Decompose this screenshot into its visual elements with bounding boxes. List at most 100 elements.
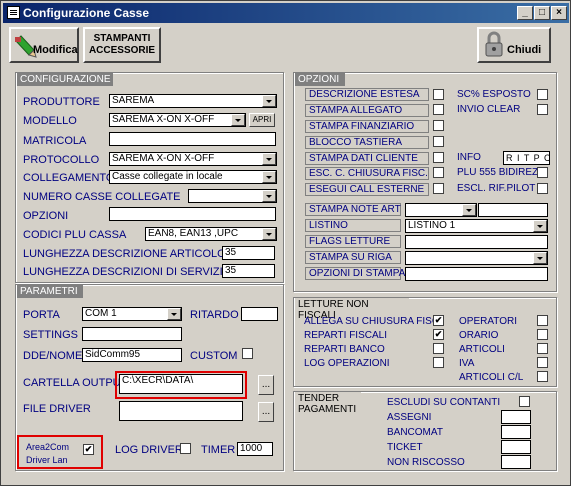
dropdown-arrow-icon[interactable] [262,228,276,240]
window-title: Configurazione Casse [23,6,150,20]
log-operazioni-checkbox[interactable] [433,357,444,368]
lung-desc-art-field[interactable]: 35 [222,246,275,260]
listino-select[interactable]: LISTINO 1 [405,219,548,233]
matricola-label: MATRICOLA [23,135,87,147]
dropdown-arrow-icon[interactable] [262,153,276,165]
produttore-select[interactable]: SAREMA [109,94,277,108]
dropdown-arrow-icon[interactable] [167,308,181,320]
configurazione-casse-window: Configurazione Casse _ □ × Modifica STAM… [0,0,571,486]
assegni-field[interactable] [501,410,531,424]
dde-nome-field[interactable]: SidComm95 [82,348,182,362]
stampa-note-art-extra-field[interactable] [478,203,548,217]
dropdown-arrow-icon[interactable] [262,95,276,107]
modifica-button[interactable]: Modifica [9,27,79,63]
stampa-su-riga-select[interactable] [405,251,548,265]
collegamento-label: COLLEGAMENTO [23,172,115,184]
allega-chiusura-label: ALLEGA SU CHIUSURA FISC [304,316,440,327]
bancomat-field[interactable] [501,425,531,439]
settings-field[interactable] [82,327,182,341]
lung-desc-art-label: LUNGHEZZA DESCRIZIONE ARTICOLO [23,248,226,260]
orario-checkbox[interactable] [537,329,548,340]
porta-label: PORTA [23,309,60,321]
allega-chiusura-checkbox[interactable] [433,315,444,326]
flags-letture-field[interactable] [405,235,548,249]
file-driver-browse-button[interactable]: ... [258,402,274,422]
log-driver-label: LOG DRIVER [115,444,183,456]
escl-rif-pilot-checkbox[interactable] [537,183,548,194]
articoli-checkbox[interactable] [537,343,548,354]
dropdown-arrow-icon[interactable] [262,190,276,202]
parametri-header: PARAMETRI [17,285,83,298]
escludi-contanti-checkbox[interactable] [519,396,530,407]
cartella-browse-button[interactable]: ... [258,375,274,395]
opzioni-di-stampa-field[interactable] [405,267,548,281]
modello-select[interactable]: SAREMA X-ON X-OFF [109,113,246,127]
esc-chiusura-fisc-label: ESC. C. CHIUSURA FISC. [305,167,429,180]
opzioni-cfg-field[interactable] [109,207,276,221]
lung-desc-serv-field[interactable]: 35 [222,264,275,278]
dropdown-arrow-icon[interactable] [533,220,547,232]
info-field[interactable]: R I T P C [503,151,550,165]
sc-esposto-label: SC% ESPOSTO [457,89,531,100]
area2com-checkbox[interactable] [83,444,94,455]
protocollo-select[interactable]: SAREMA X-ON X-OFF [109,152,277,166]
collegamento-select[interactable]: Casse collegate in locale [109,170,277,184]
apri-button[interactable]: APRI [249,113,275,127]
produttore-label: PRODUTTORE [23,96,100,108]
timer-field[interactable]: 1000 [237,442,273,456]
sc-esposto-checkbox[interactable] [537,89,548,100]
driver-lan-label: Driver Lan [26,455,68,465]
numero-casse-select[interactable] [188,189,277,203]
plu-555-checkbox[interactable] [537,167,548,178]
stampanti-accessorie-button[interactable]: STAMPANTI ACCESSORIE [83,27,161,63]
log-operazioni-label: LOG OPERAZIONI [304,358,390,369]
dropdown-arrow-icon[interactable] [533,252,547,264]
stampa-note-art-select[interactable] [405,203,477,217]
assegni-label: ASSEGNI [387,412,432,423]
configurazione-header: CONFIGURAZIONE [17,73,113,86]
plu-555-label: PLU 555 BIDIREZ. [457,167,541,178]
matricola-field[interactable] [109,132,276,146]
articoli-cl-checkbox[interactable] [537,371,548,382]
dropdown-arrow-icon[interactable] [462,204,476,216]
stampa-allegato-checkbox[interactable] [433,104,444,115]
operatori-checkbox[interactable] [537,315,548,326]
reparti-fiscali-checkbox[interactable] [433,329,444,340]
modello-label: MODELLO [23,115,77,127]
escludi-contanti-label: ESCLUDI SU CONTANTI [387,397,501,408]
dropdown-arrow-icon[interactable] [262,171,276,183]
stampa-su-riga-label: STAMPA SU RIGA [305,251,401,264]
reparti-banco-checkbox[interactable] [433,343,444,354]
tender-header-line1: TENDER [298,393,340,404]
descrizione-estesa-checkbox[interactable] [433,89,444,100]
stampa-dati-cliente-checkbox[interactable] [433,152,444,163]
cartella-output-label: CARTELLA OUTPUT [23,377,128,389]
padlock-icon [485,31,503,57]
ritardo-field[interactable] [241,307,278,321]
blocco-tastiera-checkbox[interactable] [433,136,444,147]
title-bar[interactable]: Configurazione Casse _ □ × [3,3,569,23]
non-riscosso-field[interactable] [501,455,531,469]
maximize-button[interactable]: □ [534,6,550,20]
file-driver-field[interactable] [119,401,243,421]
codici-plu-select[interactable]: EAN8, EAN13 ,UPC [145,227,277,241]
close-button[interactable]: × [551,6,567,20]
esc-chiusura-fisc-checkbox[interactable] [433,167,444,178]
file-driver-label: FILE DRIVER [23,403,91,415]
invio-clear-checkbox[interactable] [537,104,548,115]
log-driver-checkbox[interactable] [180,443,191,454]
reparti-banco-label: REPARTI BANCO [304,344,385,355]
dropdown-arrow-icon[interactable] [231,114,245,126]
codici-plu-label: CODICI PLU CASSA [23,229,127,241]
non-riscosso-label: NON RISCOSSO [387,457,465,468]
ticket-field[interactable] [501,440,531,454]
iva-checkbox[interactable] [537,357,548,368]
chiudi-button[interactable]: Chiudi [477,27,551,63]
stampa-note-art-label: STAMPA NOTE ART [305,203,401,216]
esegui-call-esterne-checkbox[interactable] [433,183,444,194]
app-icon[interactable] [7,6,20,19]
stampa-finanziario-checkbox[interactable] [433,120,444,131]
porta-select[interactable]: COM 1 [82,307,182,321]
minimize-button[interactable]: _ [517,6,533,20]
custom-checkbox[interactable] [242,348,253,359]
